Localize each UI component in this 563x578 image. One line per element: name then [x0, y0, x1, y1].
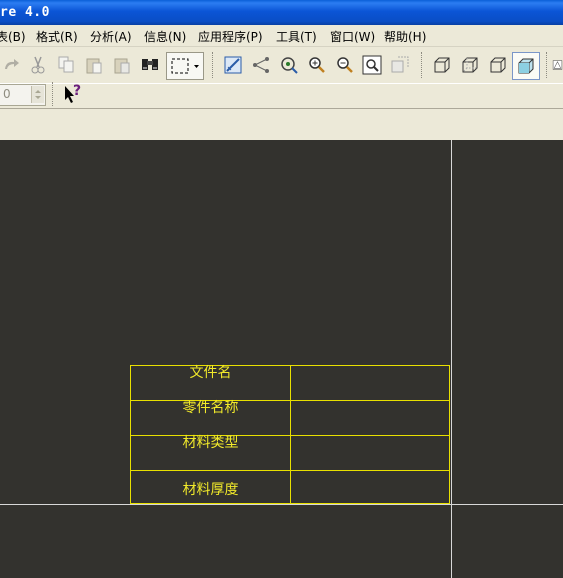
zoom-in-button[interactable] — [306, 54, 328, 76]
copy-button[interactable] — [55, 54, 77, 76]
table-row: 材料类型 — [131, 435, 450, 471]
menu-info[interactable]: 信息(N) — [144, 28, 186, 45]
message-strip — [0, 108, 563, 142]
graphics-window[interactable]: 文件名 零件名称 材料类型 材料厚度 — [0, 140, 563, 578]
zoom-out-button[interactable] — [334, 54, 356, 76]
sheet-border-vertical — [451, 140, 452, 578]
scissors-icon — [31, 56, 45, 74]
secondary-toolbar: 0 ? — [0, 82, 563, 108]
window-title: re 4.0 — [0, 5, 50, 20]
refit-icon — [362, 55, 382, 75]
menu-window[interactable]: 窗口(W) — [330, 28, 375, 45]
datum-toggle-button[interactable] — [552, 54, 563, 76]
table-label: 文件名 — [189, 365, 232, 381]
table-label: 材料类型 — [182, 435, 239, 451]
spinner-value: 0 — [3, 87, 11, 101]
paste-button[interactable] — [83, 54, 105, 76]
spin-center-button[interactable] — [278, 54, 300, 76]
copy-icon — [58, 56, 74, 73]
shading-icon — [518, 58, 534, 74]
display-style-icon — [391, 56, 409, 73]
spinner-field[interactable]: 0 — [0, 84, 46, 106]
datum-plane-icon — [552, 60, 563, 70]
context-help-button[interactable]: ? — [62, 83, 84, 105]
display-style-button[interactable] — [389, 54, 411, 76]
menu-bar: 表(B) 格式(R) 分析(A) 信息(N) 应用程序(P) 工具(T) 窗口(… — [0, 25, 563, 47]
table-label: 材料厚度 — [182, 482, 239, 498]
orient-button[interactable] — [250, 54, 272, 76]
sheet-border-horizontal — [0, 504, 563, 505]
toolbar-separator — [421, 52, 423, 78]
toolbar-separator — [546, 52, 548, 78]
table-label: 零件名称 — [182, 400, 239, 416]
zoom-out-icon — [337, 57, 353, 73]
menu-analysis[interactable]: 分析(A) — [90, 28, 132, 45]
orient-icon — [253, 57, 269, 73]
table-row: 文件名 — [131, 365, 450, 401]
spin-center-icon — [281, 57, 298, 74]
repaint-icon — [224, 56, 242, 74]
toolbar-separator — [52, 82, 54, 106]
table-value-cell[interactable] — [290, 436, 450, 470]
menu-help[interactable]: 帮助(H) — [384, 28, 426, 45]
redo-icon — [5, 59, 19, 69]
table-value-cell[interactable] — [290, 471, 450, 503]
drawing-title-table[interactable]: 文件名 零件名称 材料类型 材料厚度 — [130, 365, 450, 504]
redo-button[interactable] — [1, 54, 23, 76]
zoom-in-icon — [309, 57, 325, 73]
binoculars-icon — [142, 59, 158, 70]
select-box-icon — [171, 58, 199, 74]
spinner-arrows-icon[interactable] — [31, 86, 44, 103]
title-bar: re 4.0 — [0, 0, 563, 25]
no-hidden-icon — [490, 57, 506, 73]
table-row: 材料厚度 — [131, 471, 449, 503]
main-toolbar — [0, 47, 563, 84]
repaint-button[interactable] — [222, 54, 244, 76]
paste-icon — [86, 58, 102, 74]
toolbar-separator — [212, 52, 214, 78]
table-row: 零件名称 — [131, 400, 450, 436]
hidden-line-button[interactable] — [459, 54, 481, 76]
menu-table[interactable]: 表(B) — [0, 28, 26, 45]
table-value-cell[interactable] — [290, 366, 450, 400]
shading-button[interactable] — [512, 52, 540, 80]
menu-tools[interactable]: 工具(T) — [276, 28, 317, 45]
refit-button[interactable] — [361, 54, 383, 76]
paste-special-icon — [114, 58, 130, 74]
table-value-cell[interactable] — [290, 401, 450, 435]
menu-format[interactable]: 格式(R) — [36, 28, 78, 45]
menu-applications[interactable]: 应用程序(P) — [198, 28, 263, 45]
paste-special-button[interactable] — [111, 54, 133, 76]
selection-box-dropdown[interactable] — [166, 52, 204, 80]
wireframe-icon — [434, 57, 450, 73]
hidden-line-icon — [462, 57, 478, 73]
wireframe-button[interactable] — [431, 54, 453, 76]
cut-button[interactable] — [27, 54, 49, 76]
find-button[interactable] — [139, 54, 161, 76]
no-hidden-button[interactable] — [487, 54, 509, 76]
